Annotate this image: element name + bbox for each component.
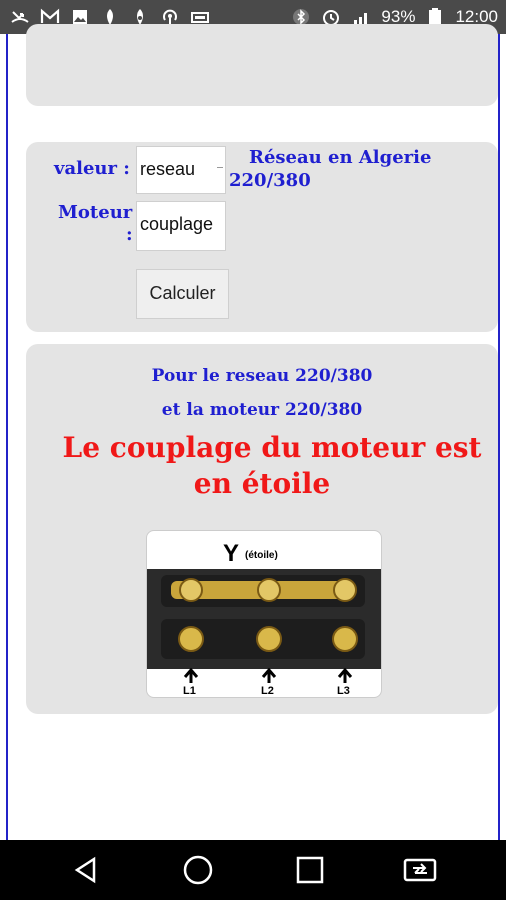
- switch-icon: [403, 858, 437, 882]
- star-coupling-diagram: Y (étoile) L1 L2 L3: [146, 530, 382, 698]
- home-icon: [183, 855, 213, 885]
- terminal-block-image: Y (étoile) L1 L2 L3: [147, 540, 381, 697]
- moteur-label: Moteur: [58, 202, 133, 223]
- diagram-symbol: Y: [223, 540, 239, 567]
- valeur-label: valeur :: [54, 158, 130, 179]
- reseau-info-line1: Réseau en Algerie: [249, 147, 432, 168]
- app-content: valeur : reseau Réseau en Algerie 220/38…: [6, 24, 500, 840]
- dropdown-arrow-icon: [217, 167, 223, 168]
- result-line-reseau: Pour le reseau 220/380: [151, 366, 373, 386]
- result-panel: Pour le reseau 220/380 et la moteur 220/…: [26, 344, 498, 714]
- result-conclusion-line1: Le couplage du moteur est: [62, 431, 482, 464]
- couplage-select-value: couplage: [140, 214, 214, 234]
- back-button[interactable]: [66, 850, 106, 890]
- terminal-l3: L3: [337, 685, 350, 697]
- result-conclusion-line2: en étoile: [193, 467, 331, 500]
- terminal-l1: L1: [183, 685, 196, 697]
- calculer-button[interactable]: Calculer: [136, 269, 229, 319]
- top-panel: [26, 24, 498, 106]
- diagram-caption: (étoile): [245, 550, 278, 561]
- recents-button[interactable]: [290, 850, 330, 890]
- recents-icon: [296, 856, 324, 884]
- reseau-select-value: reseau: [140, 159, 196, 179]
- terminal-l2: L2: [261, 685, 274, 697]
- result-line-moteur: et la moteur 220/380: [161, 400, 363, 420]
- missed-call-icon: [10, 7, 30, 27]
- form-panel: valeur : reseau Réseau en Algerie 220/38…: [26, 142, 498, 332]
- moteur-label-colon: :: [126, 224, 133, 245]
- back-icon: [74, 856, 96, 884]
- navigation-bar: [0, 840, 506, 900]
- switch-button[interactable]: [400, 850, 440, 890]
- home-button[interactable]: [178, 850, 218, 890]
- reseau-select[interactable]: reseau: [136, 146, 226, 194]
- couplage-select[interactable]: couplage: [136, 201, 226, 251]
- reseau-info-line2: 220/380: [229, 170, 311, 191]
